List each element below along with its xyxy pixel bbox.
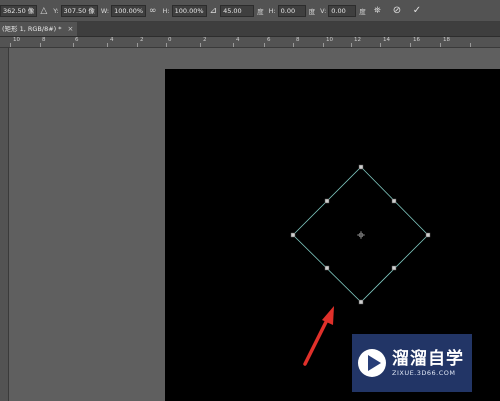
transform-handle-bottom-left[interactable] — [324, 265, 330, 271]
rotated-rectangle-transform-box[interactable] — [292, 166, 429, 303]
reference-point-icon[interactable] — [357, 231, 365, 239]
transform-handle-right[interactable] — [425, 232, 431, 238]
annotation-arrow — [303, 306, 334, 366]
transform-handle-bottom-right[interactable] — [391, 265, 397, 271]
watermark-title: 溜溜自学 — [392, 349, 464, 369]
logo-icon — [358, 349, 386, 377]
transform-handle-top-left[interactable] — [324, 198, 330, 204]
transform-handle-left[interactable] — [290, 232, 296, 238]
transform-handle-top-right[interactable] — [391, 198, 397, 204]
watermark-subtitle: ZIXUE.3D66.COM — [392, 369, 456, 377]
site-watermark: 溜溜自学 ZIXUE.3D66.COM — [352, 334, 472, 392]
transform-handle-bottom[interactable] — [358, 299, 364, 305]
transform-handle-top[interactable] — [358, 164, 364, 170]
